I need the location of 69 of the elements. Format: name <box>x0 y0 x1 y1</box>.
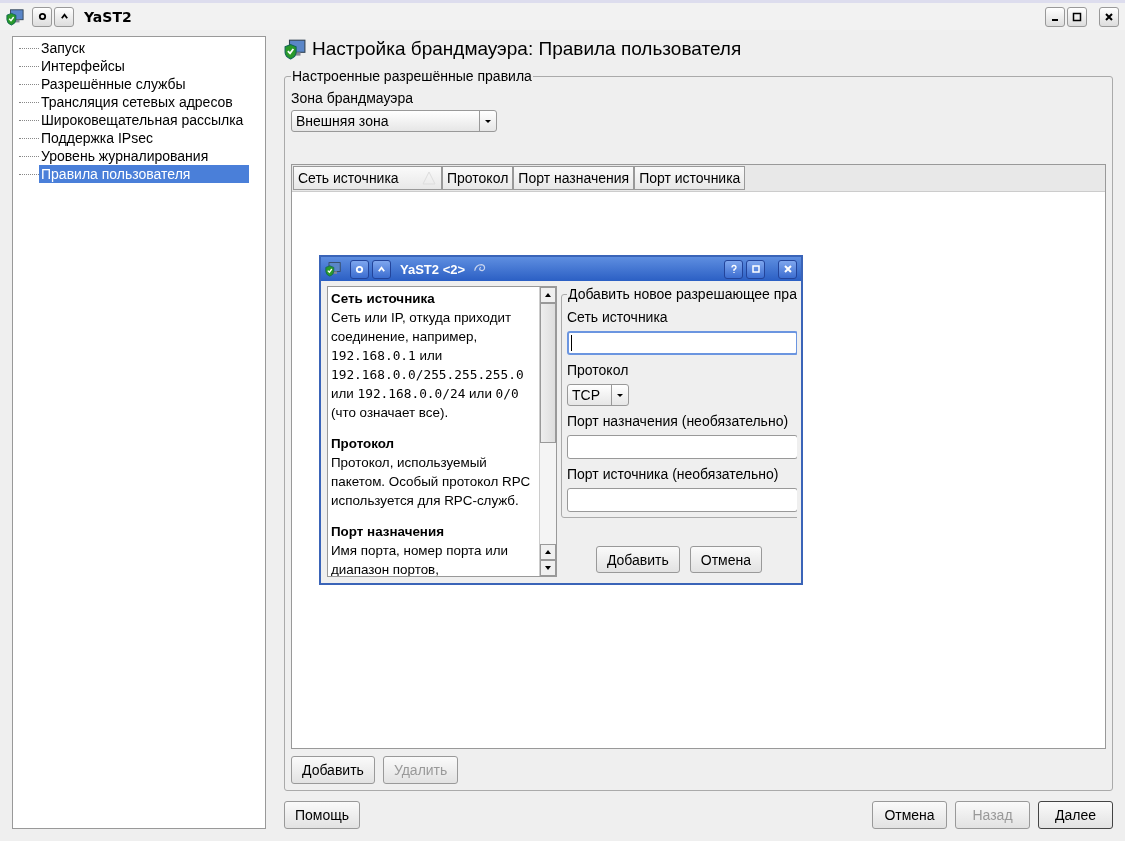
protocol-dropdown[interactable]: TCP <box>567 384 629 406</box>
dropdown-arrow-icon <box>616 391 624 399</box>
input-field[interactable] <box>567 488 797 512</box>
scroll-down-icon <box>544 564 552 572</box>
help-paragraph: Имя порта, номер порта или диапазон портов, <box>331 542 509 576</box>
close-icon <box>782 264 793 274</box>
maximize-button[interactable] <box>1067 6 1087 27</box>
maximize-icon <box>1072 11 1082 22</box>
field-label: Сеть источника <box>567 309 669 325</box>
column-header[interactable]: Порт назначения <box>513 166 635 190</box>
minimize-icon <box>1051 19 1059 21</box>
question-mark-icon <box>728 264 739 274</box>
firewall-icon <box>284 38 306 60</box>
column-header[interactable]: Порт источника <box>634 166 746 190</box>
close-button[interactable] <box>778 259 797 279</box>
close-icon <box>1104 11 1114 22</box>
wizard-button[interactable]: Далее <box>1038 801 1113 829</box>
app-icon <box>6 7 24 26</box>
table-button[interactable]: Добавить <box>291 756 375 784</box>
maximize-button[interactable] <box>746 259 765 279</box>
maximize-icon <box>750 264 761 274</box>
tree-item[interactable]: Разрешённые службы <box>39 75 188 93</box>
help-heading: Порт назначения <box>331 523 445 541</box>
dropdown-arrow-icon <box>484 117 492 125</box>
zone-dropdown[interactable]: Внешняя зона <box>291 110 497 132</box>
help-button[interactable] <box>724 259 743 279</box>
column-header[interactable]: Протокол <box>442 166 514 190</box>
minimize-button[interactable] <box>1045 6 1065 27</box>
chevron-up-icon <box>377 264 386 274</box>
help-paragraph: Протокол, используемый пакетом. Особый протокол RPC используется для RPC-служб. <box>331 454 532 510</box>
field-label: Порт источника (необязательно) <box>567 466 780 482</box>
dialog-app-icon <box>325 261 341 277</box>
tree-item[interactable]: Интерфейсы <box>39 57 127 75</box>
menu-button[interactable] <box>32 6 52 27</box>
field-label: Протокол <box>567 362 630 378</box>
scrollbar[interactable] <box>539 287 556 576</box>
zone-label: Зона брандмауэра <box>291 90 414 106</box>
circle-icon <box>355 264 364 274</box>
help-paragraph: Сеть или IP, откуда приходит соединение, например, 192.168.0.1 или 192.168.0.0/255.255.255.0 или 192.168.0.0/24 или 0/0 (что означает все). <box>331 309 525 422</box>
tree-item[interactable]: Уровень журналирования <box>39 147 211 165</box>
group-title: Добавить новое разрешающее пра <box>567 286 797 302</box>
shade-button[interactable] <box>372 259 391 279</box>
scroll-up-icon <box>544 291 552 299</box>
chevron-up-icon <box>59 12 69 21</box>
shade-button[interactable] <box>54 6 74 27</box>
tree-item[interactable]: Поддержка IPsec <box>39 129 155 147</box>
help-heading: Сеть источника <box>331 290 436 308</box>
input-field[interactable] <box>567 331 797 355</box>
input-field[interactable] <box>567 435 797 459</box>
close-button[interactable] <box>1099 6 1119 27</box>
dialog-title: YaST2 <2> <box>400 261 466 277</box>
tree-item[interactable]: Правила пользователя <box>39 165 249 183</box>
help-heading: Протокол <box>331 435 396 453</box>
wizard-button[interactable]: Отмена <box>872 801 947 829</box>
group-title: Настроенные разрешённые правила <box>291 68 533 84</box>
tree-item[interactable]: Запуск <box>39 39 87 57</box>
tree-item[interactable]: Трансляция сетевых адресов <box>39 93 235 111</box>
column-header[interactable]: Сеть источника <box>293 166 442 190</box>
circle-icon <box>37 12 47 21</box>
page-title: Настройка брандмауэра: Правила пользователя <box>312 38 742 60</box>
window-title: YaST2 <box>84 8 132 25</box>
help-button[interactable]: Помощь <box>284 801 361 829</box>
field-label: Порт назначения (необязательно) <box>567 413 790 429</box>
menu-button[interactable] <box>350 259 369 279</box>
dialog-button[interactable]: Отмена <box>689 546 763 573</box>
tree-item[interactable]: Широковещательная рассылка <box>39 111 246 129</box>
scroll-up-icon <box>544 548 552 556</box>
sort-triangle-icon <box>421 170 437 186</box>
dialog-button[interactable]: Добавить <box>595 546 680 573</box>
